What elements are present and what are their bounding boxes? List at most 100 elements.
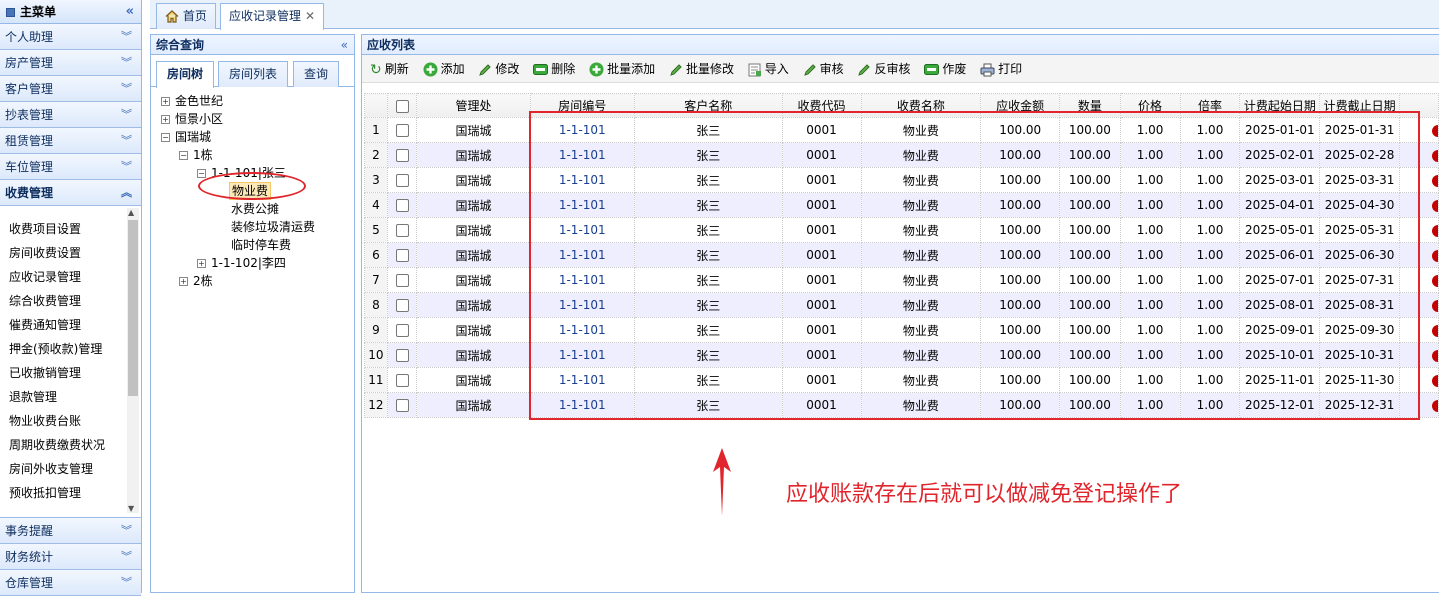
tree-node[interactable]: 水费公摊 — [231, 201, 279, 217]
office-cell: 国瑞城 — [416, 367, 531, 393]
row-checkbox[interactable] — [395, 374, 409, 387]
row-checkbox-cell — [386, 167, 418, 193]
submenu-item[interactable]: 已收撤销管理 — [0, 361, 141, 385]
scroll-up-icon[interactable]: ▲ — [128, 208, 134, 217]
tree-node[interactable]: − 国瑞城 — [161, 129, 211, 145]
import-button[interactable]: 导入 — [748, 55, 789, 83]
office-cell: 国瑞城 — [416, 192, 531, 218]
batch-edit-button[interactable]: 批量修改 — [669, 55, 734, 83]
row-checkbox[interactable] — [395, 249, 409, 262]
submenu-item[interactable]: 押金(预收款)管理 — [0, 337, 141, 361]
tree-node-label: 1-1-102|李四 — [211, 256, 286, 270]
refresh-button[interactable]: ↻ 刷新 — [370, 55, 409, 84]
status-indicator-icon — [1432, 374, 1438, 387]
menu-group-meter[interactable]: 抄表管理 ︾ — [0, 102, 141, 128]
button-label: 批量修改 — [685, 62, 734, 76]
tree-node[interactable]: −1栋 — [179, 147, 213, 163]
row-checkbox[interactable] — [395, 349, 409, 362]
tab-home[interactable]: 首页 — [156, 3, 216, 29]
tree-node[interactable]: +1-1-102|李四 — [197, 255, 286, 271]
status-indicator-icon — [1432, 274, 1438, 287]
collapse-left-icon[interactable]: « — [126, 0, 134, 24]
column-header[interactable]: 管理处 — [416, 93, 531, 118]
tree-node[interactable]: 装修垃圾清运费 — [231, 219, 315, 235]
menu-group-lease[interactable]: 租赁管理 ︾ — [0, 128, 141, 154]
submenu-item[interactable]: 周期收费缴费状况 — [0, 433, 141, 457]
collapse-icon[interactable]: − — [197, 169, 206, 178]
tree-node[interactable]: + 金色世纪 — [161, 93, 223, 109]
menu-group-warehouse[interactable]: 仓库管理 ︾ — [0, 570, 141, 596]
row-checkbox[interactable] — [395, 149, 409, 162]
submenu-item[interactable]: 综合收费管理 — [0, 289, 141, 313]
row-checkbox[interactable] — [395, 299, 409, 312]
tab-room-list[interactable]: 房间列表 — [218, 61, 289, 87]
row-checkbox[interactable] — [395, 274, 409, 287]
chevron-up-icon: ︽ — [121, 186, 132, 199]
row-checkbox[interactable] — [395, 199, 409, 212]
approve-button[interactable]: 审核 — [803, 55, 844, 83]
menu-group-reminders[interactable]: 事务提醒 ︾ — [0, 518, 141, 544]
button-label: 反审核 — [874, 62, 911, 76]
select-all-checkbox[interactable] — [395, 99, 409, 113]
tab-bar: 首页 应收记录管理 ✕ — [150, 0, 1439, 30]
row-checkbox[interactable] — [395, 324, 409, 337]
scrollbar-thumb[interactable] — [128, 220, 138, 396]
menu-icon — [6, 8, 15, 17]
expand-icon[interactable]: + — [179, 277, 188, 286]
tab-room-tree[interactable]: 房间树 — [156, 61, 215, 88]
tab-search[interactable]: 查询 — [293, 61, 340, 87]
annotation-note: 应收账款存在后就可以做减免登记操作了 — [786, 482, 1183, 507]
collapse-icon[interactable]: − — [179, 151, 188, 160]
submenu-item[interactable]: 房间外收支管理 — [0, 457, 141, 481]
expand-icon[interactable]: + — [161, 97, 170, 106]
submenu-item[interactable]: 催费通知管理 — [0, 313, 141, 337]
panel-title: 应收列表 — [367, 38, 416, 52]
edit-button[interactable]: 修改 — [478, 55, 519, 83]
row-number: 10 — [364, 342, 388, 368]
menu-group-label: 房产管理 — [5, 56, 54, 70]
delete-icon — [533, 64, 549, 75]
status-indicator-icon — [1432, 174, 1438, 187]
collapse-icon[interactable]: − — [161, 133, 170, 142]
unapprove-button[interactable]: 反审核 — [857, 55, 911, 83]
tree-node[interactable]: 临时停车费 — [231, 237, 291, 253]
submenu-item[interactable]: 收费项目设置 — [0, 217, 141, 241]
menu-group-personal[interactable]: 个人助理 ︾ — [0, 24, 141, 50]
submenu-item[interactable]: 退款管理 — [0, 385, 141, 409]
menu-group-parking[interactable]: 车位管理 ︾ — [0, 154, 141, 180]
submenu-item[interactable]: 房间收费设置 — [0, 241, 141, 265]
batch-add-button[interactable]: 批量添加 — [589, 55, 655, 83]
submenu-item[interactable]: 预收抵扣管理 — [0, 481, 141, 505]
row-checkbox[interactable] — [395, 174, 409, 187]
button-label: 打印 — [998, 62, 1023, 76]
row-checkbox[interactable] — [395, 224, 409, 237]
expand-icon[interactable]: + — [197, 259, 206, 268]
close-icon[interactable]: ✕ — [305, 9, 315, 23]
submenu-item[interactable]: 应收记录管理 — [0, 265, 141, 289]
submenu-scrollbar[interactable]: ▲ ▼ — [127, 208, 139, 513]
tree-node[interactable]: + 恒景小区 — [161, 111, 223, 127]
collapse-left-icon[interactable]: « — [341, 35, 348, 55]
menu-group-label: 个人助理 — [5, 30, 54, 44]
row-checkbox[interactable] — [395, 124, 409, 137]
tree-node-label: 装修垃圾清运费 — [231, 220, 316, 234]
tab-receivables[interactable]: 应收记录管理 ✕ — [220, 3, 325, 30]
submenu-item[interactable]: 物业收费台账 — [0, 409, 141, 433]
tree-node[interactable]: +2栋 — [179, 273, 213, 289]
row-checkbox[interactable] — [395, 399, 409, 412]
chevron-down-icon: ︾ — [121, 160, 132, 173]
delete-button[interactable]: 删除 — [533, 55, 575, 83]
select-all-checkbox-cell — [386, 93, 418, 118]
scroll-down-icon[interactable]: ▼ — [128, 504, 134, 513]
menu-group-customer[interactable]: 客户管理 ︾ — [0, 76, 141, 102]
status-indicator-icon — [1432, 399, 1438, 412]
menu-group-charges[interactable]: 收费管理 ︽ — [0, 180, 141, 206]
expand-icon[interactable]: + — [161, 115, 170, 124]
void-button[interactable]: 作废 — [924, 55, 966, 83]
menu-group-label: 收费管理 — [5, 186, 54, 200]
row-number: 12 — [364, 392, 388, 418]
menu-group-property[interactable]: 房产管理 ︾ — [0, 50, 141, 76]
add-button[interactable]: 添加 — [423, 55, 465, 83]
print-button[interactable]: 打印 — [980, 55, 1022, 83]
menu-group-finance[interactable]: 财务统计 ︾ — [0, 544, 141, 570]
